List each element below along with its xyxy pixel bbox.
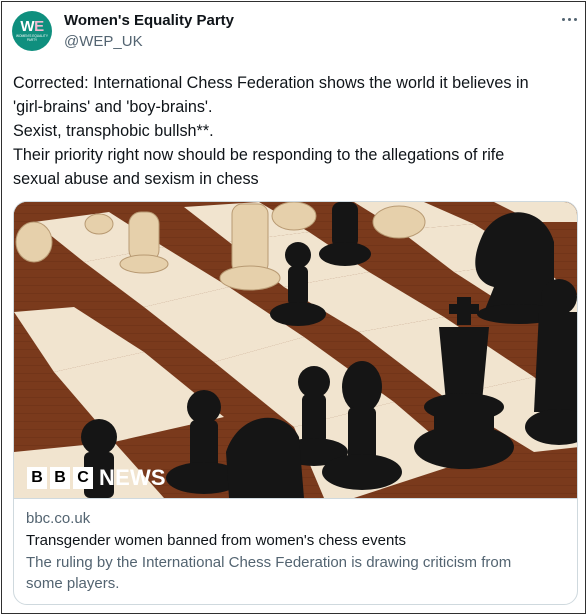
card-description: The ruling by the International Chess Fe… (26, 552, 567, 594)
chess-board-image[interactable]: B B C NEWS (14, 202, 577, 498)
chess-board-illustration (14, 202, 577, 498)
tweet-text-line: 'girl-brains' and 'boy-brains'. (13, 98, 213, 116)
author-name[interactable]: Women's Equality Party (64, 12, 234, 29)
tweet-text-line: Sexist, transphobic bullsh**. (13, 122, 214, 140)
avatar-monogram: WE (20, 18, 44, 36)
card-description-line: The ruling by the International Chess Fe… (26, 554, 512, 571)
bbc-block-c: C (73, 467, 93, 489)
avatar[interactable]: WE WOMEN'S EQUALITY PARTY (12, 11, 52, 51)
more-horizontal-icon[interactable] (558, 10, 580, 28)
card-meta[interactable]: bbc.co.uk Transgender women banned from … (14, 498, 577, 604)
author-handle[interactable]: @WEP_UK (64, 33, 143, 50)
bbc-news-logo: B B C NEWS (27, 465, 166, 491)
tweet-text-line: Corrected: International Chess Federatio… (13, 74, 529, 92)
link-preview-card[interactable]: B B C NEWS bbc.co.uk Transgender women b… (13, 201, 578, 605)
tweet-text-line: sexual abuse and sexism in chess (13, 170, 259, 188)
card-domain[interactable]: bbc.co.uk (26, 509, 567, 529)
avatar-tagline: WOMEN'S EQUALITY PARTY (16, 34, 48, 42)
bbc-block-b1: B (27, 467, 47, 489)
card-description-line: some players. (26, 575, 120, 592)
card-title[interactable]: Transgender women banned from women's ch… (26, 530, 567, 552)
tweet-text-line: Their priority right now should be respo… (13, 146, 505, 164)
bbc-news-wordmark: NEWS (99, 465, 166, 490)
tweet-card[interactable]: WE WOMEN'S EQUALITY PARTY Women's Equali… (1, 1, 586, 614)
tweet-text: Corrected: International Chess Federatio… (13, 71, 578, 191)
bbc-block-b2: B (50, 467, 70, 489)
